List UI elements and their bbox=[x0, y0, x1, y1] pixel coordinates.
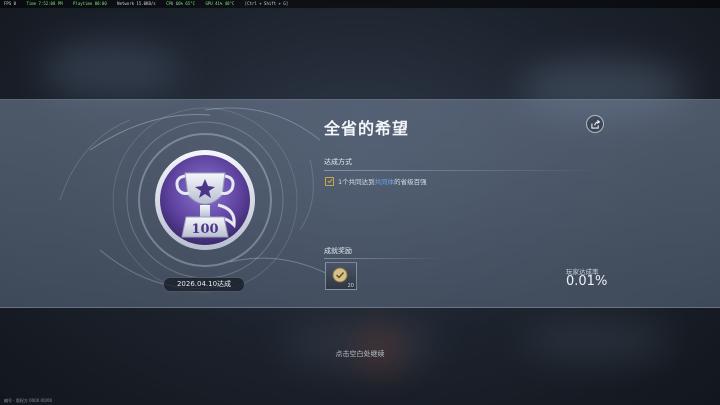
divider bbox=[324, 170, 604, 171]
achievement-title: 全省的希望 bbox=[324, 119, 410, 138]
continue-hint[interactable]: 点击空白处继续 bbox=[0, 349, 720, 359]
share-button[interactable] bbox=[586, 115, 604, 133]
achievement-condition: 1个共同达到 共同体 的省级百强 bbox=[325, 176, 427, 186]
player-rate-value: 0.01% bbox=[566, 274, 608, 289]
decorative-rings bbox=[59, 107, 331, 293]
medal-number: 100 bbox=[191, 222, 218, 237]
reward-count: 20 bbox=[347, 283, 354, 289]
condition-text-post: 的省级百强 bbox=[394, 178, 427, 186]
condition-text-pre: 1个共同达到 bbox=[338, 178, 375, 186]
method-label: 达成方式 bbox=[324, 158, 352, 166]
reward-item[interactable]: 20 bbox=[325, 262, 357, 290]
trophy-medal-icon: 100 bbox=[150, 145, 260, 255]
condition-highlight[interactable]: 共同体 bbox=[375, 176, 395, 186]
share-icon bbox=[590, 119, 600, 129]
reward-label: 成就奖励 bbox=[324, 247, 352, 255]
checkbox-icon bbox=[325, 176, 334, 186]
date-achieved: 2026.04.10达成 bbox=[163, 277, 245, 292]
footer-text: 编号 · 版权方 0000 00/00 bbox=[4, 398, 53, 403]
divider bbox=[324, 258, 444, 259]
